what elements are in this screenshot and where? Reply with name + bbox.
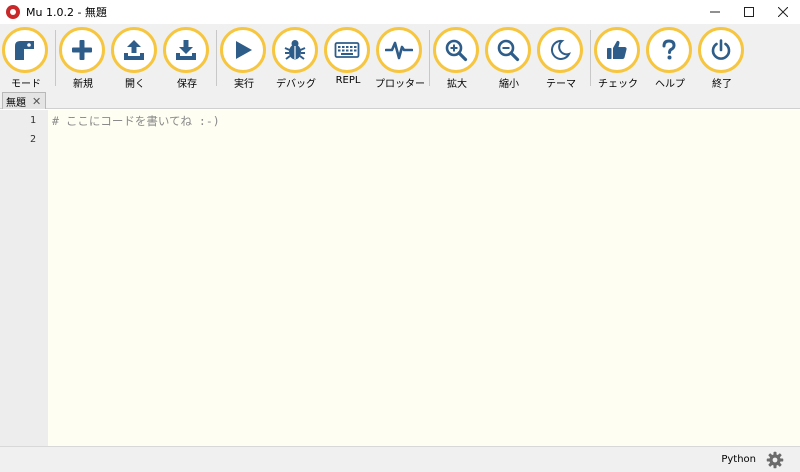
tab-untitled[interactable]: 無題 ✕ <box>2 92 46 109</box>
quit-label: 終了 <box>712 79 732 90</box>
tab-bar: 無題 ✕ <box>0 92 800 109</box>
save-button[interactable]: 保存 <box>161 27 213 91</box>
line-number: 2 <box>29 134 36 145</box>
run-button[interactable]: 実行 <box>218 27 270 91</box>
mode-indicator[interactable]: Python <box>721 454 756 465</box>
toolbar: モード 新規 開く 保存 実行 デバッグ REPL プロッター 拡大 縮小 テー… <box>0 24 800 92</box>
plus-icon <box>72 40 92 60</box>
close-icon[interactable]: ✕ <box>32 96 41 107</box>
thumbs-up-icon <box>607 40 627 59</box>
status-bar: Python <box>0 446 800 472</box>
mode-label: モード <box>11 79 41 90</box>
gear-icon[interactable] <box>766 451 784 469</box>
mu-logo-icon <box>6 4 20 19</box>
upload-icon <box>124 40 144 60</box>
download-icon <box>176 40 196 60</box>
code-line[interactable]: # ここにコードを書いてね :-) <box>52 113 220 129</box>
moon-icon <box>550 39 571 60</box>
bug-icon <box>284 40 306 60</box>
code-text-area[interactable]: # ここにコードを書いてね :-) <box>48 110 800 446</box>
play-icon <box>236 41 252 59</box>
question-icon <box>662 39 676 60</box>
theme-button[interactable]: テーマ <box>535 27 587 91</box>
help-button[interactable]: ヘルプ <box>644 27 696 91</box>
mode-icon <box>15 41 34 60</box>
plotter-label: プロッター <box>375 79 425 90</box>
debug-button[interactable]: デバッグ <box>270 27 322 91</box>
window-controls <box>698 0 800 24</box>
window-title: Mu 1.0.2 - 無題 <box>26 5 107 19</box>
zoom-in-button[interactable]: 拡大 <box>431 27 483 91</box>
minimize-icon <box>710 11 720 13</box>
zoom-out-icon <box>497 39 520 62</box>
plotter-button[interactable]: プロッター <box>374 27 426 91</box>
line-number: 1 <box>29 115 36 126</box>
close-button[interactable] <box>766 0 800 24</box>
mode-button[interactable]: モード <box>0 27 52 91</box>
new-button[interactable]: 新規 <box>57 27 109 91</box>
repl-button[interactable]: REPL <box>322 27 374 91</box>
code-editor[interactable]: 1 2 # ここにコードを書いてね :-) <box>0 110 800 446</box>
zoom-in-icon <box>445 39 468 62</box>
save-label: 保存 <box>177 79 197 90</box>
zoom-out-button[interactable]: 縮小 <box>483 27 535 91</box>
maximize-icon <box>744 7 754 17</box>
theme-label: テーマ <box>546 79 576 90</box>
load-button[interactable]: 開く <box>109 27 161 91</box>
close-icon <box>778 7 788 17</box>
maximize-button[interactable] <box>732 0 766 24</box>
line-number-gutter: 1 2 <box>0 110 48 446</box>
check-button[interactable]: チェック <box>592 27 644 91</box>
power-icon <box>711 39 731 60</box>
tab-label: 無題 <box>6 97 26 109</box>
minimize-button[interactable] <box>698 0 732 24</box>
quit-button[interactable]: 終了 <box>696 27 748 91</box>
pulse-icon <box>385 41 413 60</box>
title-bar: Mu 1.0.2 - 無題 <box>0 0 800 24</box>
keyboard-icon <box>334 42 360 58</box>
